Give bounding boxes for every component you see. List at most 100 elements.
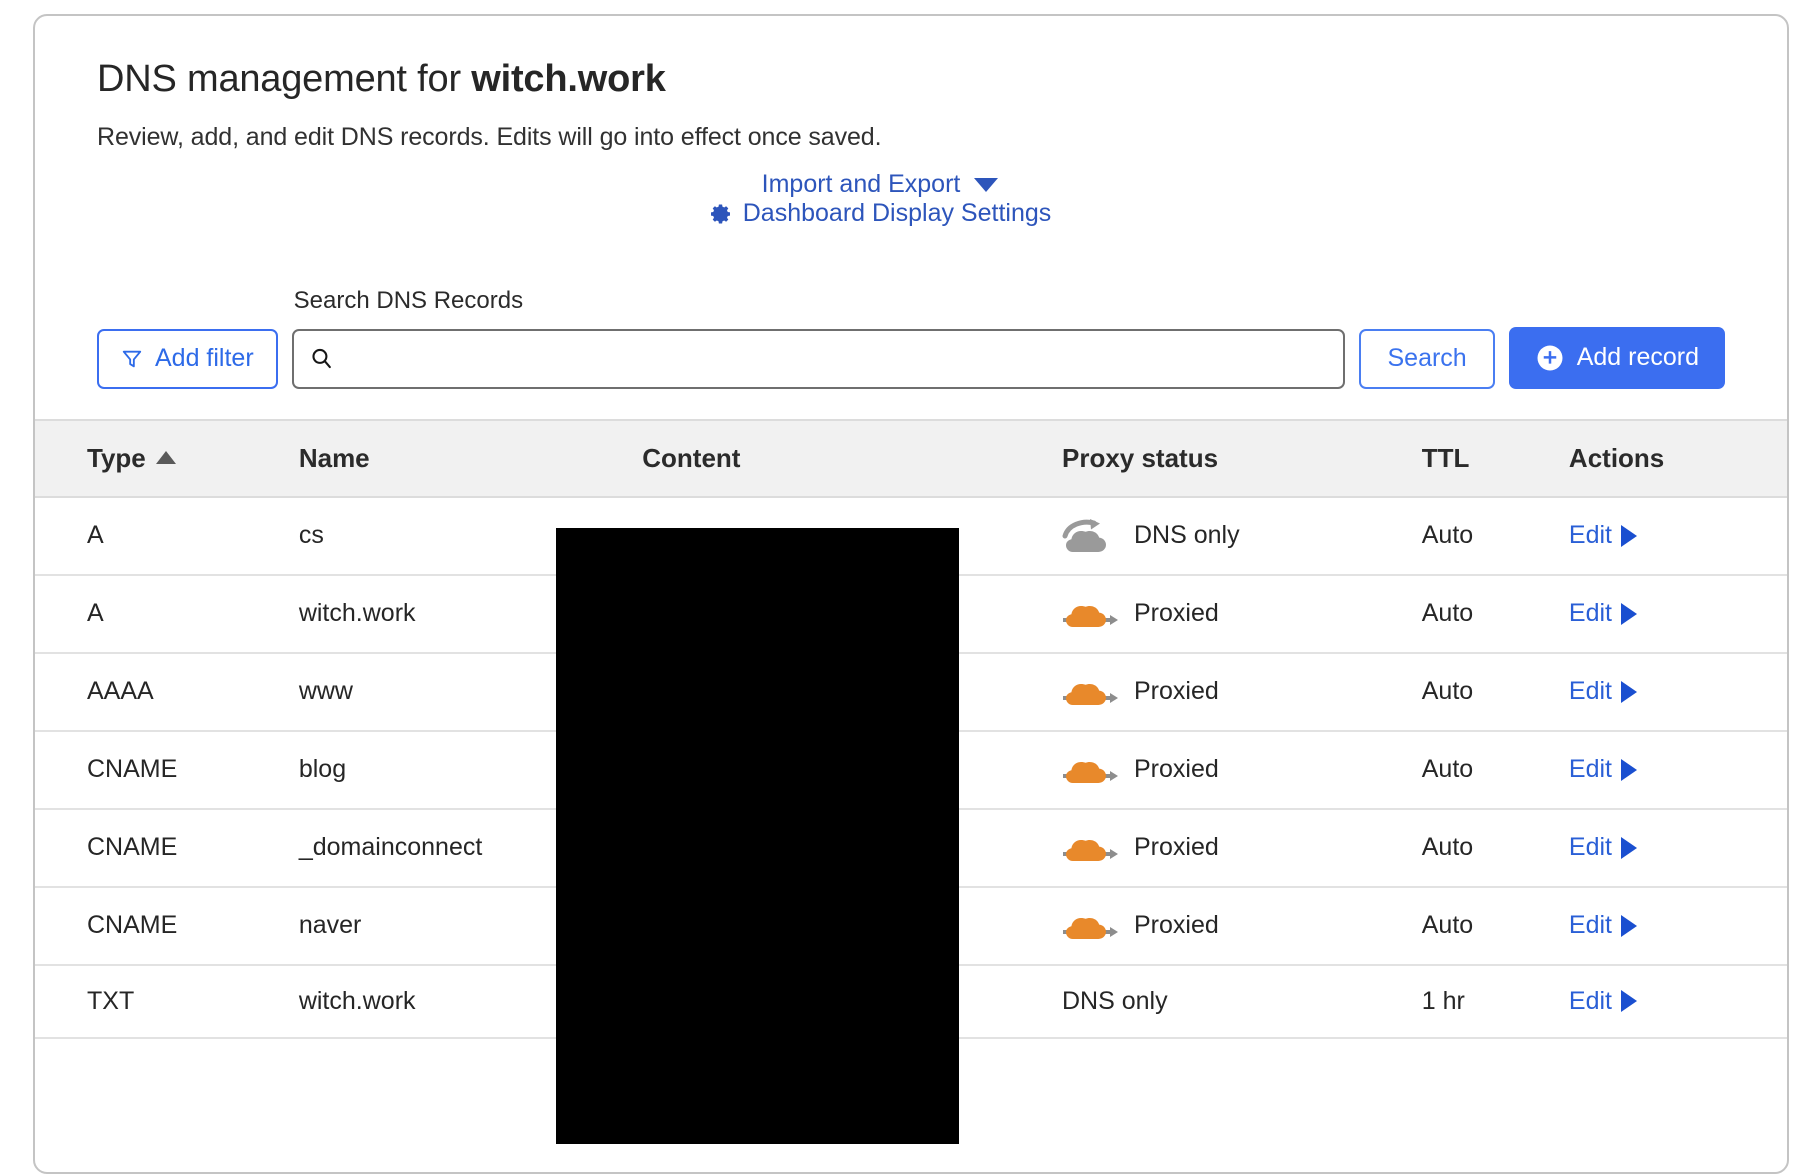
search-label: Search DNS Records xyxy=(293,286,524,314)
cell-actions: Edit xyxy=(1568,652,1787,732)
cell-type: A xyxy=(35,496,299,576)
search-wrap xyxy=(291,328,1346,389)
cloud-proxied-icon xyxy=(1062,909,1118,943)
search-input[interactable] xyxy=(291,328,1346,389)
cell-proxy-status: Proxied xyxy=(1061,652,1422,732)
search-button[interactable]: Search xyxy=(1359,328,1495,389)
edit-record-link[interactable]: Edit xyxy=(1568,833,1638,862)
cell-ttl: Auto xyxy=(1421,652,1569,732)
sort-ascending-icon xyxy=(155,450,176,464)
content-redaction-overlay xyxy=(556,528,959,1144)
table-head: Type Name Content Proxy status TTL Actio… xyxy=(35,418,1787,498)
edit-record-label: Edit xyxy=(1568,911,1613,939)
column-header-proxy-status-label: Proxy status xyxy=(1061,442,1219,473)
cloud-proxied-icon xyxy=(1062,597,1118,631)
page-title-prefix: DNS management for xyxy=(97,58,472,100)
edit-record-link[interactable]: Edit xyxy=(1568,986,1638,1016)
triangle-right-icon xyxy=(1621,758,1638,781)
cell-type: CNAME xyxy=(35,808,299,888)
edit-record-link[interactable]: Edit xyxy=(1568,755,1638,784)
triangle-right-icon xyxy=(1621,990,1638,1012)
cell-proxy-status: DNS only xyxy=(1061,964,1422,1039)
header-links: Import and Export Dashboard Display Sett… xyxy=(35,170,1787,231)
proxy-status-wrap: Proxied xyxy=(1062,675,1422,709)
proxy-status-label: Proxied xyxy=(1133,833,1219,861)
cell-ttl: Auto xyxy=(1421,730,1569,810)
page-subtitle: Review, add, and edit DNS records. Edits… xyxy=(97,123,882,151)
column-header-type[interactable]: Type xyxy=(35,418,299,498)
cell-ttl: Auto xyxy=(1421,886,1569,966)
cell-actions: Edit xyxy=(1568,886,1787,966)
cell-type: AAAA xyxy=(35,652,299,732)
proxy-status-label: Proxied xyxy=(1133,677,1219,705)
edit-record-link[interactable]: Edit xyxy=(1569,599,1638,628)
cell-type: CNAME xyxy=(35,730,299,810)
cell-actions: Edit xyxy=(1568,496,1787,576)
cell-actions: Edit xyxy=(1568,730,1787,810)
triangle-right-icon xyxy=(1621,524,1638,547)
column-header-ttl-label: TTL xyxy=(1421,442,1470,473)
column-header-actions: Actions xyxy=(1568,418,1787,498)
edit-record-label: Edit xyxy=(1568,677,1613,705)
proxy-status-wrap: Proxied xyxy=(1062,597,1422,631)
cell-proxy-status: Proxied xyxy=(1061,808,1422,888)
cloud-dns-only-icon xyxy=(1062,518,1118,553)
triangle-right-icon xyxy=(1621,836,1638,859)
edit-record-link[interactable]: Edit xyxy=(1568,677,1638,706)
column-header-proxy-status[interactable]: Proxy status xyxy=(1061,418,1422,498)
column-header-ttl[interactable]: TTL xyxy=(1421,418,1569,498)
proxy-status-wrap: DNS only xyxy=(1062,987,1422,1016)
plus-circle-icon xyxy=(1535,343,1565,373)
cell-proxy-status: Proxied xyxy=(1061,730,1422,810)
proxy-status-label: Proxied xyxy=(1133,599,1219,627)
triangle-right-icon xyxy=(1621,602,1638,625)
funnel-icon xyxy=(121,348,143,370)
edit-record-link[interactable]: Edit xyxy=(1568,911,1638,940)
edit-record-label: Edit xyxy=(1568,755,1613,783)
cell-proxy-status: Proxied xyxy=(1061,574,1422,654)
add-record-label: Add record xyxy=(1576,343,1699,371)
table-header-row: Type Name Content Proxy status TTL Actio… xyxy=(35,418,1787,498)
column-header-name[interactable]: Name xyxy=(298,418,643,498)
cloud-proxied-icon xyxy=(1062,675,1118,709)
proxy-status-wrap: Proxied xyxy=(1062,831,1422,865)
proxy-status-label: DNS only xyxy=(1133,521,1240,549)
triangle-right-icon xyxy=(1621,914,1638,937)
edit-record-label: Edit xyxy=(1568,833,1613,861)
proxy-status-label: Proxied xyxy=(1133,911,1219,939)
records-toolbar: Add filter Search DNS Records Search Add… xyxy=(35,231,1787,389)
cloud-proxied-icon xyxy=(1062,753,1118,787)
proxy-status-wrap: DNS only xyxy=(1062,518,1422,553)
cell-ttl: 1 hr xyxy=(1421,964,1569,1039)
column-header-content-label: Content xyxy=(642,442,741,473)
chevron-down-icon xyxy=(974,177,999,192)
import-and-export-link[interactable]: Import and Export xyxy=(762,170,999,199)
edit-record-label: Edit xyxy=(1568,986,1613,1015)
cell-ttl: Auto xyxy=(1421,808,1569,888)
column-header-actions-label: Actions xyxy=(1568,442,1665,473)
cell-proxy-status: Proxied xyxy=(1061,886,1422,966)
cell-type: A xyxy=(35,574,299,654)
proxy-status-wrap: Proxied xyxy=(1062,753,1422,787)
column-header-type-label: Type xyxy=(87,442,146,473)
dashboard-display-settings-link[interactable]: Dashboard Display Settings xyxy=(709,199,1052,228)
column-header-content[interactable]: Content xyxy=(642,418,1062,498)
page-title-domain: witch.work xyxy=(471,58,666,100)
cell-type: TXT xyxy=(35,964,299,1039)
page-title: DNS management for witch.work xyxy=(97,58,1787,101)
add-record-button[interactable]: Add record xyxy=(1508,326,1725,389)
gear-icon xyxy=(709,202,733,226)
edit-record-label: Edit xyxy=(1568,521,1613,549)
search-group: Search DNS Records xyxy=(291,286,1346,389)
proxy-status-label: DNS only xyxy=(1061,986,1168,1015)
cloud-proxied-icon xyxy=(1062,831,1118,865)
cell-actions: Edit xyxy=(1568,574,1787,654)
edit-record-link[interactable]: Edit xyxy=(1568,521,1638,550)
cell-ttl: Auto xyxy=(1421,496,1569,576)
cell-ttl: Auto xyxy=(1421,574,1569,654)
triangle-right-icon xyxy=(1621,680,1638,703)
column-header-name-label: Name xyxy=(298,442,370,473)
import-and-export-label: Import and Export xyxy=(761,170,961,198)
add-filter-button[interactable]: Add filter xyxy=(97,328,278,389)
dashboard-display-settings-label: Dashboard Display Settings xyxy=(742,199,1052,227)
